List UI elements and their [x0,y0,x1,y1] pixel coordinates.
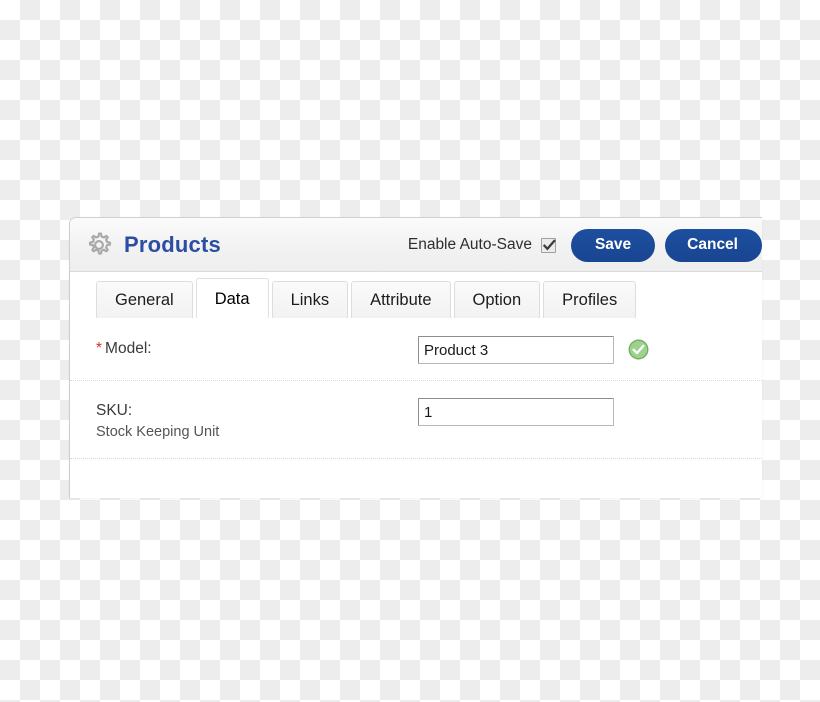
tab-general[interactable]: General [96,281,193,319]
model-label: * Model: [96,339,418,358]
tab-attribute[interactable]: Attribute [351,281,451,319]
required-marker: * [96,340,103,357]
card-header: Products Enable Auto-Save Save Cancel [70,218,762,272]
tab-bar: General Data Links Attribute Option Prof… [70,272,762,319]
sku-label: SKU: [96,402,133,419]
form-row-model: * Model: [70,319,762,381]
sku-label-group: SKU: Stock Keeping Unit [96,398,418,442]
sku-sub-label: Stock Keeping Unit [96,424,220,440]
checkmark-icon [542,238,556,250]
sku-control [418,398,614,426]
model-input[interactable] [418,336,614,364]
form-body: *Model: SKU: Stock Keeping Unit [70,319,762,459]
model-label-text: Model: [105,340,152,357]
save-button[interactable]: Save [570,228,656,262]
products-admin-card: Products Enable Auto-Save Save Cancel Ge… [69,217,762,498]
tab-links[interactable]: Links [271,281,349,319]
model-label-group: * Model: [96,336,418,358]
autosave-label: Enable Auto-Save [407,236,532,253]
cancel-button[interactable]: Cancel [665,228,762,262]
form-row-sku: SKU: Stock Keeping Unit [70,381,762,459]
tab-profiles[interactable]: Profiles [543,281,637,319]
gear-icon [83,229,115,261]
green-check-circle-icon [628,339,649,360]
tab-option[interactable]: Option [453,281,541,319]
model-control [418,336,649,364]
page-title: Products [124,231,221,257]
header-actions: Enable Auto-Save Save Cancel [408,218,762,272]
sku-input[interactable] [418,398,614,426]
tab-data[interactable]: Data [195,278,269,319]
autosave-checkbox[interactable] [540,237,556,253]
